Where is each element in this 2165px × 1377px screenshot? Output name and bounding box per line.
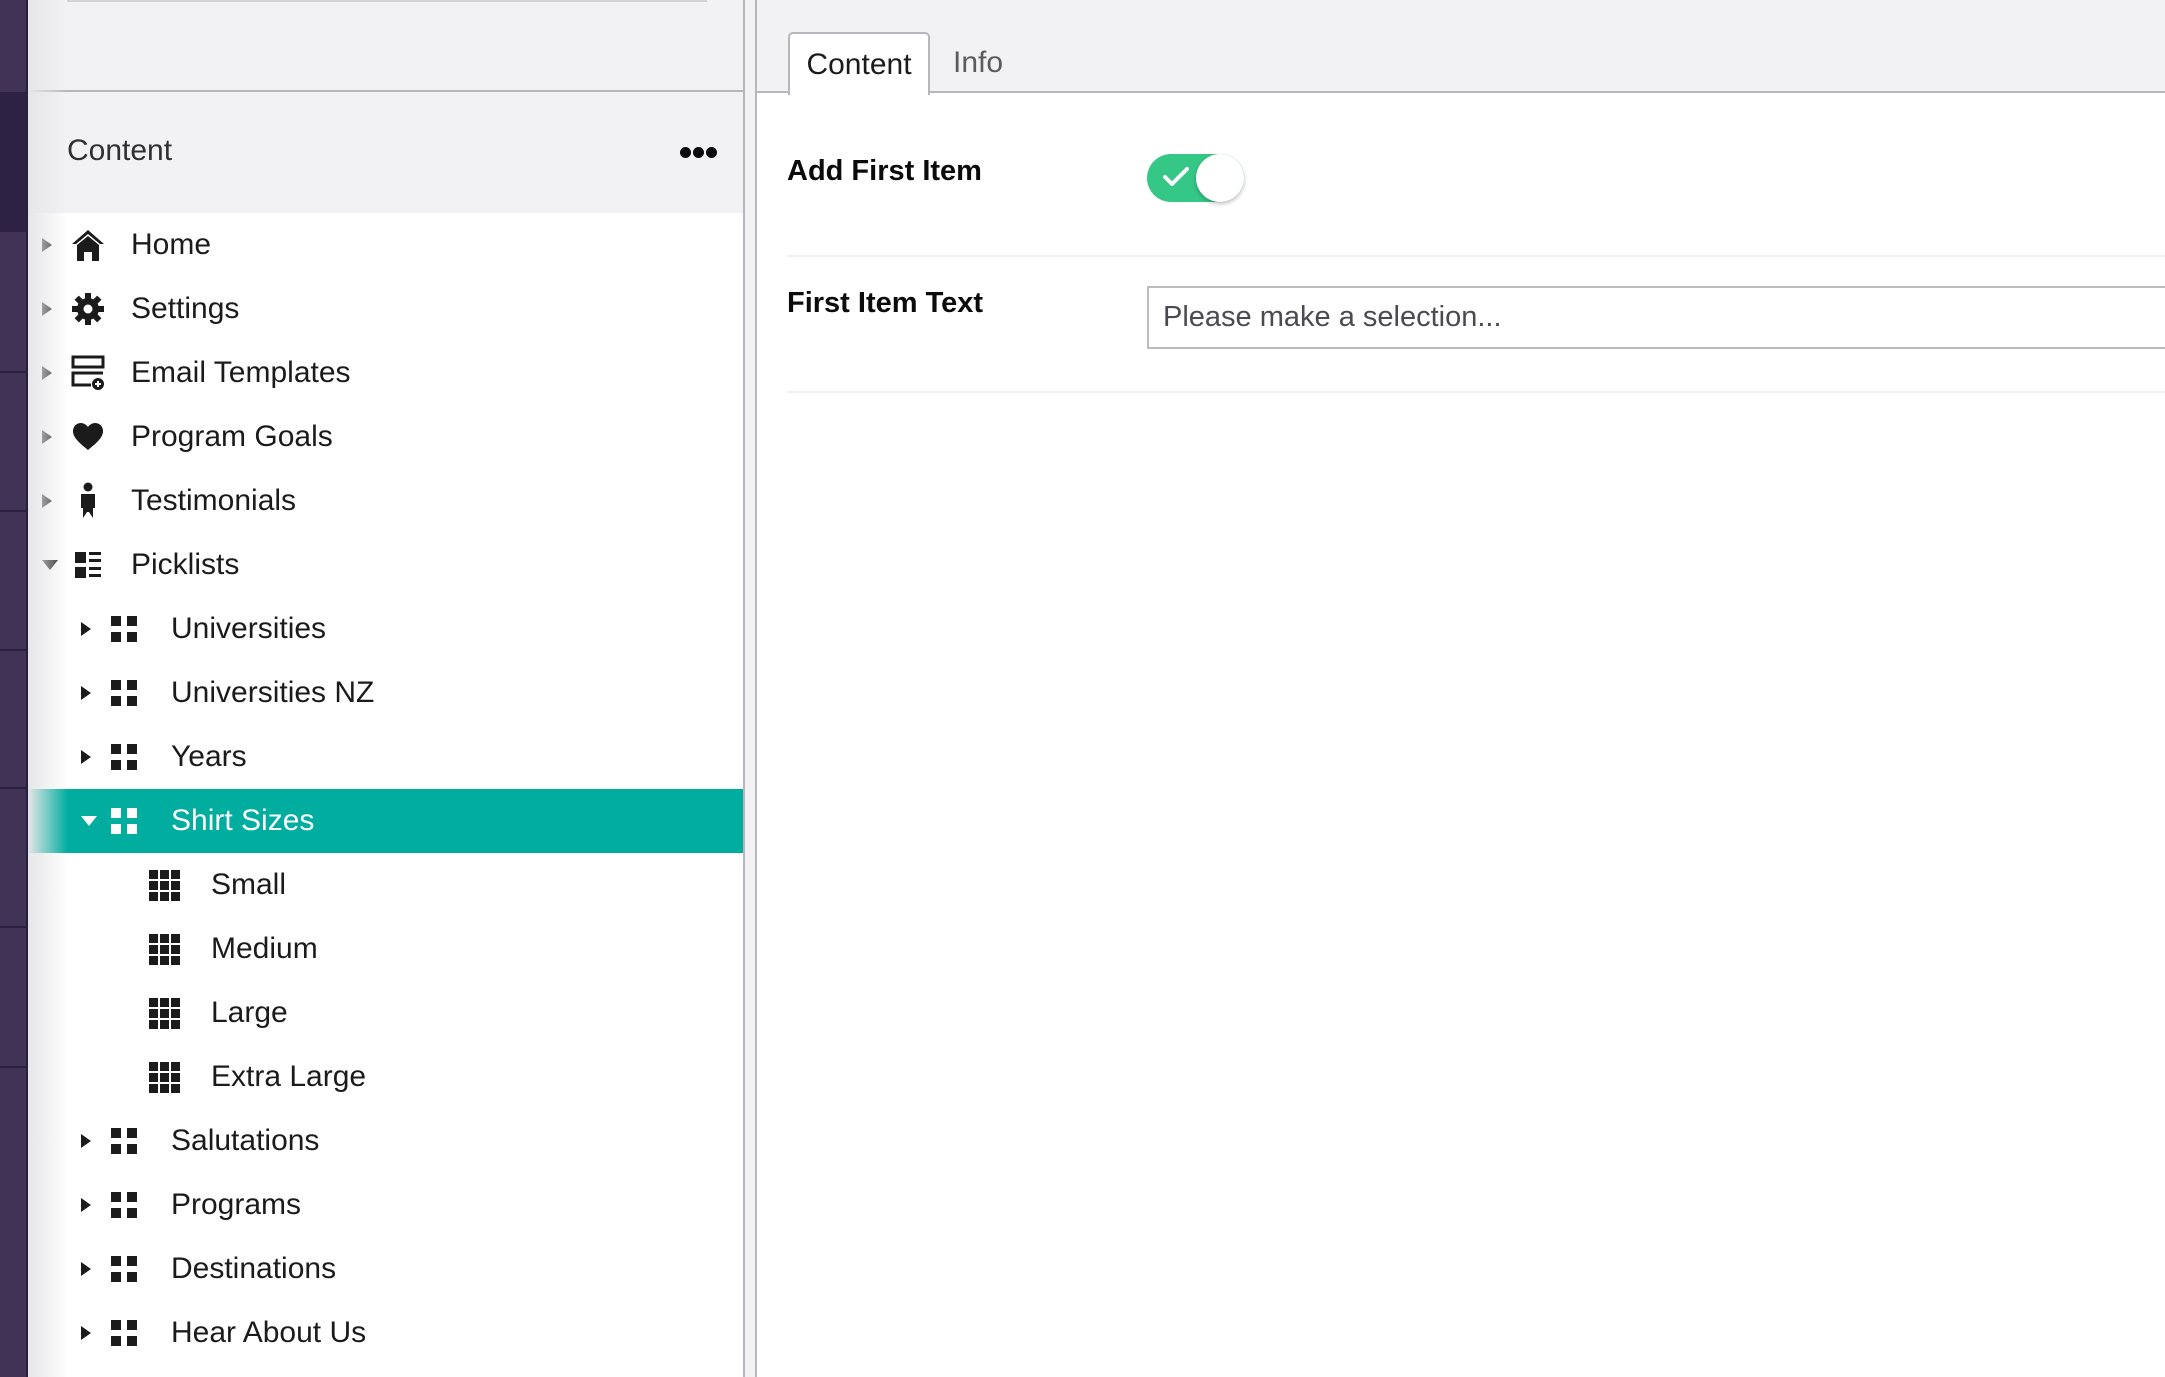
tree-item-years[interactable]: Years (28, 725, 743, 789)
gear-icon (68, 289, 108, 329)
property-first-item-text: First Item Text Please make a selection.… (787, 257, 2165, 393)
tree-item-label: Shirt Sizes (171, 804, 315, 837)
content-tree-panel: Content Home Settings Email Templates Progr… (28, 0, 745, 1377)
heart-icon (68, 417, 108, 457)
caret-right-icon[interactable] (81, 1326, 91, 1340)
grid-nine-icon (147, 996, 181, 1030)
tab-info[interactable]: Info (953, 32, 1003, 93)
first-item-text-select[interactable]: Please make a selection... (1147, 286, 2165, 349)
check-icon (1163, 166, 1189, 193)
grid-four-icon (108, 1253, 140, 1285)
tree-item-label: Extra Large (211, 1060, 367, 1093)
app-section-divider (0, 510, 26, 512)
tree-item-label: Program Goals (131, 420, 333, 453)
tree-item-email-templates[interactable]: Email Templates (28, 341, 743, 405)
grid-four-icon (108, 1317, 140, 1349)
app-section-divider (0, 371, 26, 373)
caret-right-icon[interactable] (42, 494, 52, 508)
app-section-active[interactable] (0, 92, 26, 232)
grid-four-icon (108, 805, 140, 837)
caret-right-icon[interactable] (81, 750, 91, 764)
email-template-icon (68, 353, 108, 393)
tree-item-program-goals[interactable]: Program Goals (28, 405, 743, 469)
tree-item-label: Destinations (171, 1252, 337, 1285)
tab-content[interactable]: Content (788, 32, 930, 95)
tree-item-shirt-sizes[interactable]: Shirt Sizes (28, 789, 743, 853)
caret-right-icon[interactable] (81, 1198, 91, 1212)
tree-item-label: Testimonials (131, 484, 297, 517)
caret-right-icon[interactable] (81, 1262, 91, 1276)
app-section-divider (0, 1066, 26, 1068)
caret-right-icon[interactable] (42, 430, 52, 444)
tree-item-label: Picklists (131, 548, 240, 581)
ellipsis-icon (692, 146, 704, 158)
tree-item-label: Small (211, 868, 287, 901)
tree-item-label: Email Templates (131, 356, 351, 389)
caret-right-icon[interactable] (42, 302, 52, 316)
caret-right-icon[interactable] (42, 238, 52, 252)
grid-nine-icon (147, 932, 181, 966)
tree-title: Content (67, 134, 173, 167)
tree-item-extra-large[interactable]: Extra Large (28, 1045, 743, 1109)
tree-item-testimonials[interactable]: Testimonials (28, 469, 743, 533)
ellipsis-icon (679, 146, 691, 158)
caret-right-icon[interactable] (81, 686, 91, 700)
grid-four-icon (108, 1125, 140, 1157)
tree-item-programs[interactable]: Programs (28, 1173, 743, 1237)
tree-item-label: Home (131, 228, 212, 261)
tree-item-label: Universities NZ (171, 676, 375, 709)
app-section-divider (0, 649, 26, 651)
tree-item-small[interactable]: Small (28, 853, 743, 917)
tree-item-universities-nz[interactable]: Universities NZ (28, 661, 743, 725)
tree-item-salutations[interactable]: Salutations (28, 1109, 743, 1173)
property-add-first-item: Add First Item (787, 93, 2165, 257)
caret-down-icon[interactable] (42, 560, 58, 570)
caret-right-icon[interactable] (81, 1134, 91, 1148)
editor-panel: Content Info Add First Item First Item T… (757, 0, 2165, 1377)
panel-resize-handle[interactable] (745, 0, 757, 1377)
grid-four-icon (108, 613, 140, 645)
ellipsis-icon (705, 146, 717, 158)
app-section-divider (0, 926, 26, 928)
grid-four-icon (108, 677, 140, 709)
tree-item-settings[interactable]: Settings (28, 277, 743, 341)
tree-item-hear-about-us[interactable]: Hear About Us (28, 1301, 743, 1365)
tree-item-label: Hear About Us (171, 1316, 367, 1349)
tree-item-universities[interactable]: Universities (28, 597, 743, 661)
tree-item-label: Settings (131, 292, 240, 325)
tree-item-home[interactable]: Home (28, 213, 743, 277)
tree-item-large[interactable]: Large (28, 981, 743, 1045)
caret-right-icon[interactable] (81, 622, 91, 636)
tree-item-label: Medium (211, 932, 318, 965)
caret-down-icon[interactable] (81, 816, 97, 826)
caret-right-icon[interactable] (42, 366, 52, 380)
home-icon (68, 225, 108, 265)
app-section-strip (0, 0, 28, 1377)
picklist-icon (68, 545, 108, 585)
tree-item-picklists[interactable]: Picklists (28, 533, 743, 597)
content-tree: Home Settings Email Templates Program Goals… (28, 213, 743, 1365)
tree-item-label: Years (171, 740, 247, 773)
person-icon (68, 481, 108, 521)
tree-search-input[interactable] (67, 0, 707, 2)
grid-nine-icon (147, 1060, 181, 1094)
app-section-divider (0, 787, 26, 789)
tree-item-medium[interactable]: Medium (28, 917, 743, 981)
tree-item-label: Universities (171, 612, 327, 645)
tree-item-label: Salutations (171, 1124, 320, 1157)
toggle-knob (1196, 154, 1244, 202)
tree-header: Content (28, 92, 743, 213)
tree-search-area (28, 0, 743, 92)
grid-four-icon (108, 741, 140, 773)
tree-item-label: Large (211, 996, 288, 1029)
first-item-text-label: First Item Text (787, 287, 984, 319)
tree-actions-button[interactable] (676, 140, 720, 164)
tree-item-label: Programs (171, 1188, 302, 1221)
add-first-item-label: Add First Item (787, 155, 982, 187)
grid-four-icon (108, 1189, 140, 1221)
editor-tabs: Content Info (757, 0, 2165, 95)
grid-nine-icon (147, 868, 181, 902)
tree-item-destinations[interactable]: Destinations (28, 1237, 743, 1301)
add-first-item-toggle[interactable] (1147, 154, 1244, 202)
